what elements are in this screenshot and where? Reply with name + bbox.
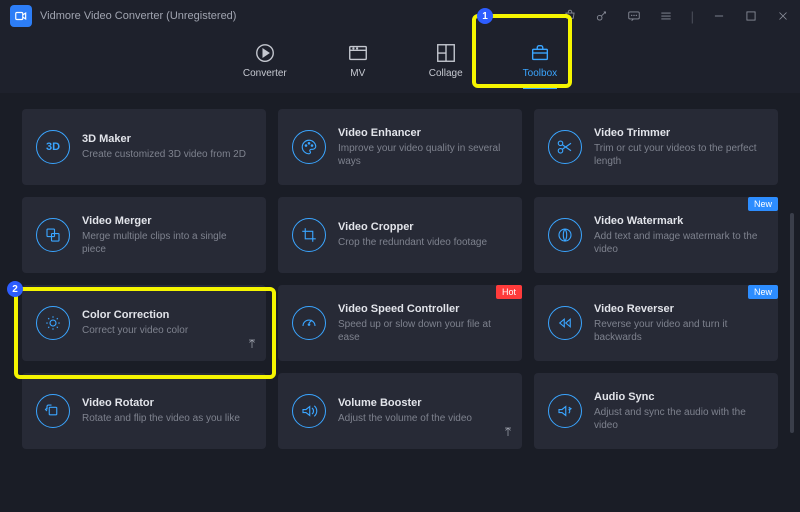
crop-icon xyxy=(292,218,326,252)
card-title: Video Rotator xyxy=(82,397,240,409)
speedometer-icon xyxy=(292,306,326,340)
annotation-number-1: 1 xyxy=(477,8,493,24)
card-desc: Improve your video quality in several wa… xyxy=(338,142,508,168)
window-controls: | xyxy=(563,9,790,24)
maximize-button[interactable] xyxy=(744,9,758,23)
new-badge: New xyxy=(748,197,778,211)
close-button[interactable] xyxy=(776,9,790,23)
card-title: Video Cropper xyxy=(338,221,487,233)
card-video-merger[interactable]: Video Merger Merge multiple clips into a… xyxy=(22,197,266,273)
tab-converter[interactable]: Converter xyxy=(243,42,287,79)
card-video-speed[interactable]: Hot Video Speed Controller Speed up or s… xyxy=(278,285,522,361)
card-title: Color Correction xyxy=(82,309,188,321)
card-desc: Adjust the volume of the video xyxy=(338,412,472,425)
card-desc: Merge multiple clips into a single piece xyxy=(82,230,252,256)
card-title: Video Reverser xyxy=(594,303,764,315)
divider: | xyxy=(691,9,694,24)
cart-icon[interactable] xyxy=(563,9,577,23)
menu-icon[interactable] xyxy=(659,9,673,23)
card-video-trimmer[interactable]: Video Trimmer Trim or cut your videos to… xyxy=(534,109,778,185)
card-desc: Adjust and sync the audio with the video xyxy=(594,406,764,432)
nav-tabs: Converter MV Collage Toolbox xyxy=(0,32,800,93)
tab-label: Converter xyxy=(243,68,287,79)
annotation-number-2: 2 xyxy=(7,281,23,297)
app-title: Vidmore Video Converter (Unregistered) xyxy=(40,10,236,22)
card-title: Audio Sync xyxy=(594,391,764,403)
tab-mv[interactable]: MV xyxy=(347,42,369,79)
content-area: 3D 3D Maker Create customized 3D video f… xyxy=(0,93,800,511)
card-title: Video Merger xyxy=(82,215,252,227)
card-desc: Reverse your video and turn it backwards xyxy=(594,318,764,344)
title-bar: Vidmore Video Converter (Unregistered) | xyxy=(0,0,800,32)
toolbox-grid: 3D 3D Maker Create customized 3D video f… xyxy=(22,109,778,449)
scissors-icon xyxy=(548,130,582,164)
card-color-correction[interactable]: Color Correction Correct your video colo… xyxy=(22,285,266,361)
card-title: 3D Maker xyxy=(82,133,246,145)
card-desc: Create customized 3D video from 2D xyxy=(82,148,246,161)
card-video-enhancer[interactable]: Video Enhancer Improve your video qualit… xyxy=(278,109,522,185)
card-video-rotator[interactable]: Video Rotator Rotate and flip the video … xyxy=(22,373,266,449)
card-title: Video Speed Controller xyxy=(338,303,508,315)
card-desc: Crop the redundant video footage xyxy=(338,236,487,249)
tab-label: Toolbox xyxy=(523,68,557,79)
new-badge: New xyxy=(748,285,778,299)
audio-sync-icon xyxy=(548,394,582,428)
merge-icon xyxy=(36,218,70,252)
volume-icon xyxy=(292,394,326,428)
3d-icon: 3D xyxy=(36,130,70,164)
card-title: Video Enhancer xyxy=(338,127,508,139)
app-logo xyxy=(10,5,32,27)
rotate-icon xyxy=(36,394,70,428)
brightness-icon xyxy=(36,306,70,340)
tab-toolbox[interactable]: Toolbox xyxy=(523,42,557,79)
card-desc: Rotate and flip the video as you like xyxy=(82,412,240,425)
pin-icon[interactable] xyxy=(246,337,258,355)
card-video-watermark[interactable]: New Video Watermark Add text and image w… xyxy=(534,197,778,273)
card-title: Volume Booster xyxy=(338,397,472,409)
card-title: Video Trimmer xyxy=(594,127,764,139)
hot-badge: Hot xyxy=(496,285,522,299)
card-desc: Trim or cut your videos to the perfect l… xyxy=(594,142,764,168)
tab-label: Collage xyxy=(429,68,463,79)
tab-label: MV xyxy=(350,68,365,79)
pin-icon[interactable] xyxy=(502,425,514,443)
feedback-icon[interactable] xyxy=(627,9,641,23)
card-video-cropper[interactable]: Video Cropper Crop the redundant video f… xyxy=(278,197,522,273)
watermark-icon xyxy=(548,218,582,252)
rewind-icon xyxy=(548,306,582,340)
palette-icon xyxy=(292,130,326,164)
card-title: Video Watermark xyxy=(594,215,764,227)
card-desc: Add text and image watermark to the vide… xyxy=(594,230,764,256)
minimize-button[interactable] xyxy=(712,9,726,23)
scrollbar[interactable] xyxy=(790,213,794,433)
card-desc: Correct your video color xyxy=(82,324,188,337)
card-desc: Speed up or slow down your file at ease xyxy=(338,318,508,344)
key-icon[interactable] xyxy=(595,9,609,23)
card-volume-booster[interactable]: Volume Booster Adjust the volume of the … xyxy=(278,373,522,449)
card-3d-maker[interactable]: 3D 3D Maker Create customized 3D video f… xyxy=(22,109,266,185)
tab-collage[interactable]: Collage xyxy=(429,42,463,79)
card-video-reverser[interactable]: New Video Reverser Reverse your video an… xyxy=(534,285,778,361)
card-audio-sync[interactable]: Audio Sync Adjust and sync the audio wit… xyxy=(534,373,778,449)
